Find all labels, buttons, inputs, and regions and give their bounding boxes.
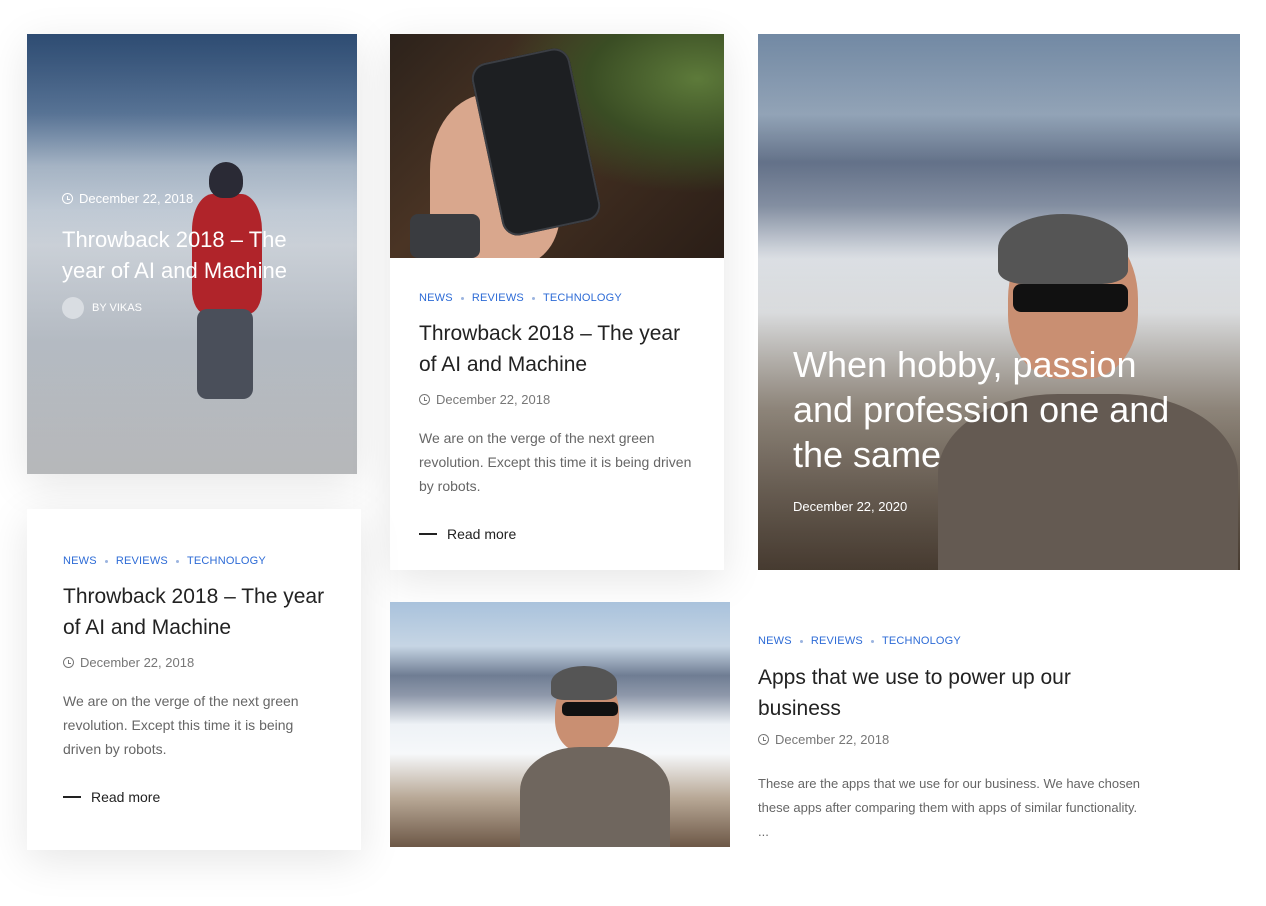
- post-card-phone: NEWS REVIEWS TECHNOLOGY Throwback 2018 –…: [390, 34, 724, 570]
- person-sunglasses: [562, 702, 618, 716]
- category-technology[interactable]: TECHNOLOGY: [543, 292, 622, 304]
- clock-icon: [62, 193, 73, 204]
- read-more-link[interactable]: Read more: [63, 789, 160, 805]
- category-reviews[interactable]: REVIEWS: [472, 292, 524, 304]
- post-title[interactable]: Throwback 2018 – The year of AI and Mach…: [62, 224, 322, 286]
- category-reviews[interactable]: REVIEWS: [811, 635, 863, 647]
- post-title[interactable]: When hobby, passion and profession one a…: [793, 342, 1193, 477]
- hiker-head: [209, 162, 243, 198]
- separator-dot: [104, 559, 108, 563]
- post-excerpt: We are on the verge of the next green re…: [419, 430, 692, 494]
- person-body: [520, 747, 670, 847]
- category-news[interactable]: NEWS: [758, 635, 792, 647]
- category-list: NEWS REVIEWS TECHNOLOGY: [419, 292, 622, 304]
- person-bandana: [998, 214, 1128, 284]
- category-technology[interactable]: TECHNOLOGY: [882, 635, 961, 647]
- post-excerpt: We are on the verge of the next green re…: [63, 693, 299, 757]
- separator-dot: [870, 639, 874, 643]
- clock-icon: [63, 657, 74, 668]
- category-news[interactable]: NEWS: [419, 292, 453, 304]
- separator-dot: [460, 296, 464, 300]
- post-date: December 22, 2018: [63, 655, 194, 670]
- post-title[interactable]: Throwback 2018 – The year of AI and Mach…: [419, 318, 699, 380]
- hiker-legs: [197, 309, 253, 399]
- category-list: NEWS REVIEWS TECHNOLOGY: [63, 555, 266, 567]
- post-date: December 22, 2018: [419, 392, 550, 407]
- person-bandana: [551, 666, 617, 700]
- dash-line-icon: [63, 796, 81, 798]
- avatar: [62, 297, 84, 319]
- category-list: NEWS REVIEWS TECHNOLOGY: [758, 635, 961, 647]
- post-title[interactable]: Apps that we use to power up our busines…: [758, 662, 1148, 724]
- post-card-text: NEWS REVIEWS TECHNOLOGY Throwback 2018 –…: [27, 509, 361, 850]
- separator-dot: [175, 559, 179, 563]
- post-image[interactable]: [390, 602, 730, 847]
- person-sunglasses: [1013, 284, 1128, 312]
- separator-dot: [531, 296, 535, 300]
- category-news[interactable]: NEWS: [63, 555, 97, 567]
- post-image[interactable]: [390, 34, 724, 258]
- post-excerpt: These are the apps that we use for our b…: [758, 776, 1141, 839]
- read-more-link[interactable]: Read more: [419, 526, 516, 542]
- post-card-overlay[interactable]: December 22, 2018 Throwback 2018 – The y…: [27, 34, 357, 474]
- watch-strap: [410, 214, 480, 258]
- post-date: December 22, 2018: [62, 191, 193, 206]
- dash-line-icon: [419, 533, 437, 535]
- clock-icon: [758, 734, 769, 745]
- post-date: December 22, 2018: [758, 732, 889, 747]
- separator-dot: [799, 639, 803, 643]
- category-technology[interactable]: TECHNOLOGY: [187, 555, 266, 567]
- post-author[interactable]: BY VIKAS: [62, 297, 142, 319]
- post-title[interactable]: Throwback 2018 – The year of AI and Mach…: [63, 581, 333, 643]
- post-card-featured[interactable]: When hobby, passion and profession one a…: [758, 34, 1240, 570]
- post-card-apps: NEWS REVIEWS TECHNOLOGY Apps that we use…: [758, 602, 1158, 852]
- clock-icon: [419, 394, 430, 405]
- post-date: December 22, 2020: [793, 499, 908, 514]
- category-reviews[interactable]: REVIEWS: [116, 555, 168, 567]
